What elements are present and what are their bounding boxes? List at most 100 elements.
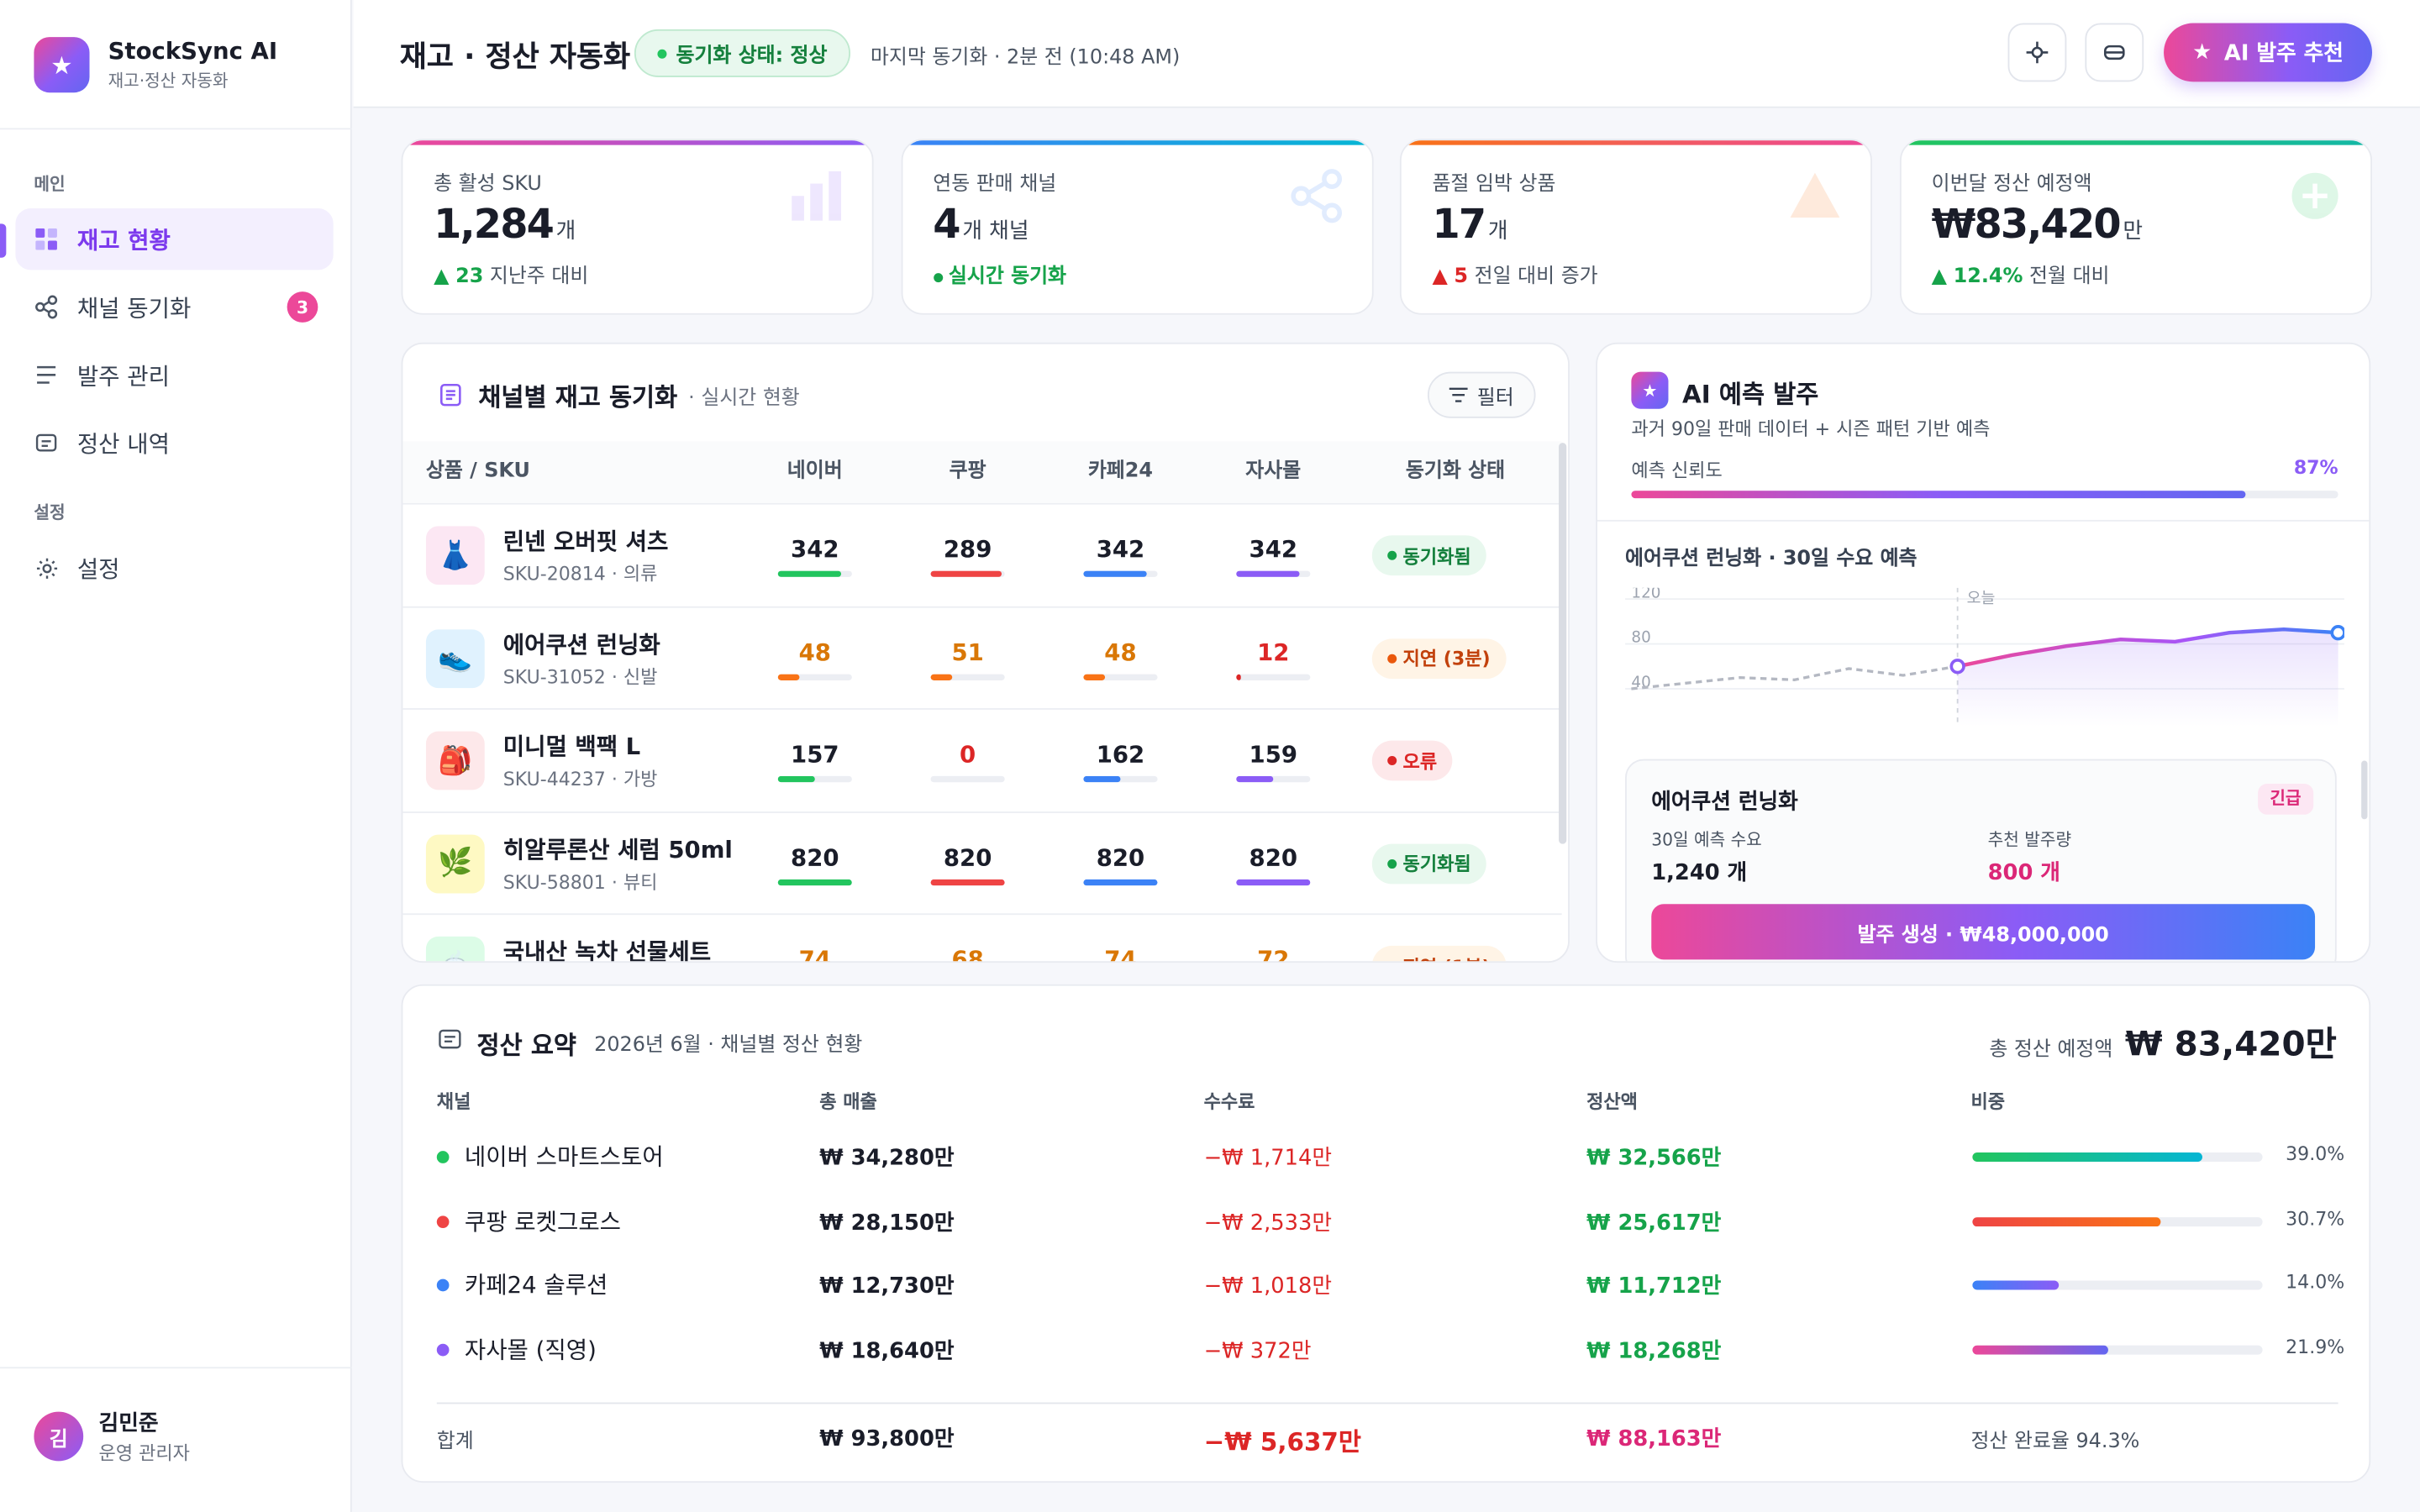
receipt-icon	[439, 1029, 461, 1049]
stock-cell: 159	[1249, 740, 1298, 769]
star-logo-icon: ★	[34, 37, 90, 93]
channel-dot	[436, 1342, 450, 1356]
kpi-delta-row: 실시간 동기화	[933, 260, 1066, 288]
channel-name: 자사몰 (직영)	[464, 1335, 597, 1363]
sync-status-pill: 동기화됨	[1371, 535, 1487, 576]
table-row[interactable]: 👟 에어쿠션 런닝화 SKU-31052 · 신발 48 51 48 12 지연…	[402, 605, 1562, 707]
stock-cell: 342	[1249, 535, 1298, 564]
column-header: 상품 / SKU	[425, 459, 530, 483]
sync-table-title: 채널별 재고 동기화	[478, 382, 678, 412]
product-name: 에어쿠션 런닝화	[502, 630, 660, 659]
net-value: ₩ 18,268만	[1586, 1338, 1722, 1363]
kpi-number: 17	[1432, 202, 1486, 249]
sidebar-item-settings[interactable]: 설정	[15, 537, 333, 598]
database-icon	[2103, 45, 2125, 60]
stock-cell: 289	[943, 535, 992, 564]
column-header: 쿠팡	[949, 459, 986, 483]
kpi-unit: 만	[2123, 218, 2144, 244]
sync-status-pill: 지연 (3분)	[1371, 638, 1506, 679]
stock-level-bar	[1083, 673, 1158, 680]
stock-cell: 48	[798, 638, 831, 666]
sales-value: ₩ 28,150만	[819, 1210, 955, 1236]
nav-section-main: 메인	[34, 174, 66, 195]
kpi-label: 이번달 정산 예정액	[1931, 172, 2092, 197]
status-dot	[1387, 858, 1397, 869]
kpi-accent-line	[1900, 140, 2370, 145]
kpi-delta-row: ▲ 12.4% 전월 대비	[1932, 260, 2110, 289]
create-order-button[interactable]: 발주 생성 · ₩48,000,000	[1651, 904, 2316, 960]
sidebar: ★ StockSync AI 재고·정산 자동화 메인 재고 현황 채널 동기화…	[0, 0, 352, 1512]
sidebar-item-channel-sync[interactable]: 채널 동기화 3	[15, 276, 333, 338]
stock-cell: 74	[1104, 945, 1137, 963]
recommend-panel: 에어쿠션 런닝화 긴급 30일 예측 수요 1,240 개 추천 발주량 800…	[1625, 759, 2337, 962]
sidebar-item-label: 발주 관리	[76, 361, 170, 390]
column-header: 카페24	[1087, 459, 1154, 483]
table-row[interactable]: 🍵 국내산 녹차 선물세트 74 68 74 72 지연 (1분)	[402, 913, 1562, 963]
ai-forecast-card: ★ AI 예측 발주 과거 90일 판매 데이터 + 시즌 패턴 기반 예측 예…	[1596, 342, 2371, 963]
column-header: 비중	[1970, 1090, 2006, 1113]
sidebar-item-orders[interactable]: 발주 관리	[15, 344, 333, 406]
ai-order-recommend-button[interactable]: ★ AI 발주 추천	[2164, 23, 2373, 82]
crosshair-button[interactable]	[2007, 23, 2067, 82]
stock-level-bar	[1083, 879, 1158, 885]
kpi-delta-text: 전월 대비	[2029, 265, 2110, 289]
sidebar-divider	[0, 128, 352, 130]
sidebar-item-inventory[interactable]: 재고 현황	[15, 207, 334, 270]
kpi-card-low-stock[interactable]: 품절 임박 상품 17 개 ▲ 5 전일 대비 증가	[1399, 139, 1872, 315]
sync-status-text: 동기화됨	[1402, 853, 1471, 875]
today-label: 오늘	[1967, 590, 1996, 607]
column-header: 자사몰	[1245, 459, 1302, 483]
column-header: 동기화 상태	[1405, 459, 1506, 483]
kpi-label: 품절 임박 상품	[1432, 172, 1556, 197]
kpi-delta: 5	[1454, 265, 1469, 289]
status-dot	[1387, 755, 1397, 766]
stock-cell: 820	[943, 843, 992, 871]
share-bar	[1972, 1344, 2263, 1354]
table-row[interactable]: 🎒 미니멀 백팩 L SKU-44237 · 가방 157 0 162 159 …	[402, 708, 1562, 810]
stock-level-bar	[777, 570, 852, 577]
star-icon: ★	[2192, 39, 2212, 66]
table-row[interactable]: 🌿 히알루론산 세럼 50ml SKU-58801 · 뷰티 820 820 8…	[402, 811, 1562, 912]
kpi-card-sales-channels[interactable]: 연동 판매 채널 4개 채널 실시간 동기화	[900, 139, 1373, 315]
sync-status-badge: 동기화 상태: 정상	[634, 29, 850, 77]
database-button[interactable]	[2085, 23, 2144, 82]
recommend-item-name: 에어쿠션 런닝화	[1651, 790, 1798, 815]
stock-level-bar	[1236, 673, 1311, 680]
fee-value: −₩ 1,018만	[1203, 1274, 1333, 1299]
table-scrollbar[interactable]	[1559, 443, 1567, 844]
kpi-unit: 개	[555, 218, 576, 244]
forecast-end-point	[2330, 625, 2344, 641]
notification-badge: 3	[287, 291, 318, 323]
kpi-card-monthly-settlement[interactable]: 이번달 정산 예정액 ₩83,420 만 ▲ 12.4% 전월 대비	[1899, 139, 2372, 315]
column-header: 수수료	[1203, 1090, 1255, 1113]
settlement-subtitle: 2026년 6월 · 채널별 정산 현황	[594, 1033, 863, 1058]
sales-value: ₩ 18,640만	[819, 1338, 955, 1363]
filter-button[interactable]: 필터	[1427, 371, 1536, 418]
page-title: 재고 · 정산 자동화	[399, 39, 631, 75]
kpi-card-active-sku[interactable]: 총 활성 SKU 1,284 개 ▲ 23 지난주 대비	[401, 139, 874, 315]
panel-scrollbar[interactable]	[2361, 760, 2368, 820]
sidebar-item-settlement[interactable]: 정산 내역	[15, 412, 333, 473]
totals-sales: ₩ 93,800만	[819, 1426, 955, 1452]
kpi-accent-line	[402, 140, 872, 145]
sidebar-item-label: 채널 동기화	[76, 293, 192, 322]
sidebar-item-label: 정산 내역	[76, 429, 170, 458]
net-value: ₩ 11,712만	[1586, 1274, 1722, 1299]
column-header: 정산액	[1586, 1090, 1638, 1113]
share-bar	[1972, 1216, 2263, 1226]
divider	[436, 1402, 2338, 1404]
today-point	[1949, 659, 1965, 675]
stock-level-bar	[930, 879, 1005, 885]
user-profile[interactable]: 김 김민준 운영 관리자	[0, 1367, 352, 1512]
crosshair-icon	[2026, 41, 2049, 64]
stock-cell: 157	[791, 740, 839, 769]
confidence-value: 87%	[2293, 456, 2338, 479]
settlement-card: 정산 요약 2026년 6월 · 채널별 정산 현황 총 정산 예정액 ₩ 83…	[401, 984, 2371, 1483]
share-bar	[1972, 1280, 2263, 1290]
sync-table-subtitle: · 실시간 현황	[688, 387, 800, 411]
brand[interactable]: ★ StockSync AI 재고·정산 자동화	[34, 37, 277, 93]
net-value: ₩ 25,617만	[1586, 1210, 1722, 1236]
y-tick-label: 120	[1631, 588, 1660, 602]
table-row[interactable]: 👗 린넨 오버핏 셔츠 SKU-20814 · 의류 342 289 342 3…	[402, 502, 1562, 605]
product-sku: SKU-58801 · 뷰티	[502, 870, 658, 893]
